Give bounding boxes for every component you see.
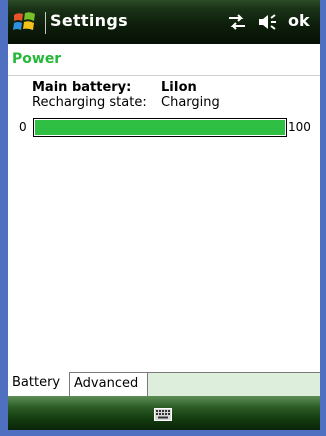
title-separator xyxy=(45,12,46,34)
battery-level-max: 100 xyxy=(288,120,311,134)
battery-level-min: 0 xyxy=(19,120,27,134)
ok-button[interactable]: ok xyxy=(288,11,310,30)
battery-level-bar xyxy=(33,118,287,137)
heading-divider xyxy=(8,75,320,76)
tab-battery[interactable]: Battery xyxy=(8,372,70,396)
menu-bar xyxy=(8,396,320,430)
title-bar: Settings ok xyxy=(8,0,320,44)
windows-flag-icon[interactable] xyxy=(12,9,38,35)
tab-advanced[interactable]: Advanced xyxy=(70,373,148,396)
main-battery-label: Main battery: xyxy=(32,80,132,95)
keyboard-icon[interactable] xyxy=(154,406,172,421)
main-battery-value: LiIon xyxy=(161,80,197,95)
connectivity-icon[interactable] xyxy=(227,14,247,30)
page-heading: Power xyxy=(12,51,62,67)
screen: Settings ok Power Main battery: LiIon Re… xyxy=(8,0,320,430)
battery-level-fill xyxy=(35,120,285,135)
tab-strip: Battery Advanced xyxy=(8,372,320,396)
volume-icon[interactable] xyxy=(257,13,281,31)
recharging-state-label: Recharging state: xyxy=(32,95,147,110)
recharging-state-value: Charging xyxy=(161,95,220,110)
window-title: Settings xyxy=(50,11,128,30)
